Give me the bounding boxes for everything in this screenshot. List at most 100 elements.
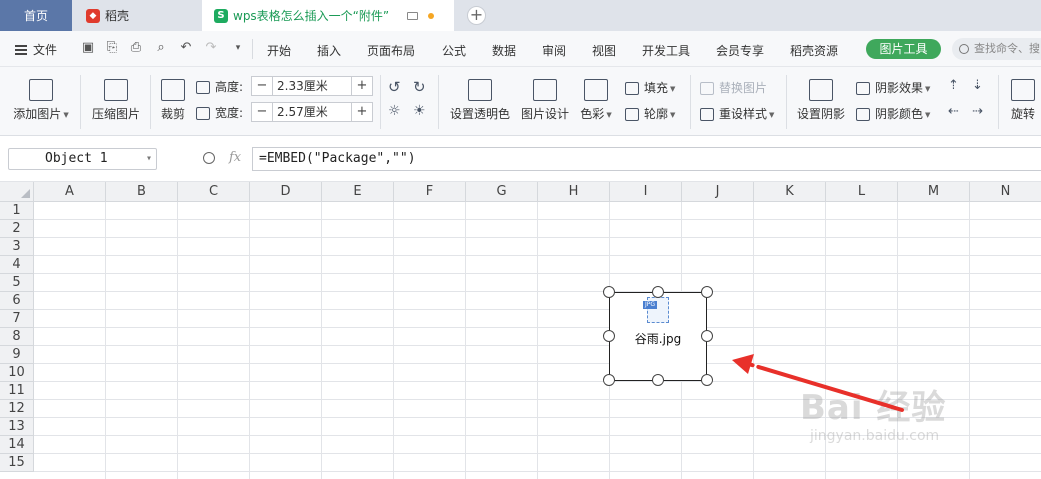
formula-input[interactable]: =EMBED("Package","") <box>252 147 1041 171</box>
print-preview-icon[interactable]: ⌕ <box>153 40 169 56</box>
row-header-5[interactable]: 5 <box>0 274 34 292</box>
add-picture-button[interactable]: 添加图片 ▼ <box>12 79 70 122</box>
menu-member[interactable]: 会员专享 <box>716 42 764 59</box>
width-decrease-button[interactable]: − <box>252 103 272 121</box>
shadow-right-icon[interactable]: ⇢ <box>972 104 983 119</box>
column-header-k[interactable]: K <box>754 182 826 202</box>
menu-insert[interactable]: 插入 <box>317 42 341 59</box>
embedded-package-object[interactable]: JPG 谷雨.jpg <box>603 286 713 386</box>
brightness-up-icon[interactable]: ☀ <box>413 103 426 119</box>
row-header-7[interactable]: 7 <box>0 310 34 328</box>
brightness-down-icon[interactable]: ☼ <box>388 103 401 119</box>
shadow-up-icon[interactable]: ⇡ <box>948 78 959 93</box>
row-header-12[interactable]: 12 <box>0 400 34 418</box>
name-box[interactable]: Object 1 <box>8 148 157 170</box>
fill-button[interactable]: 填充 ▼ <box>625 79 675 96</box>
resize-handle-top[interactable] <box>652 286 664 298</box>
column-header-f[interactable]: F <box>394 182 466 202</box>
height-increase-button[interactable]: + <box>352 77 372 95</box>
shadow-effect-button[interactable]: 阴影效果 ▼ <box>856 79 930 96</box>
set-shadow-icon <box>809 79 833 101</box>
row-header-10[interactable]: 10 <box>0 364 34 382</box>
monitor-icon[interactable] <box>407 11 419 20</box>
column-header-m[interactable]: M <box>898 182 970 202</box>
column-header-d[interactable]: D <box>250 182 322 202</box>
height-stepper[interactable]: − 2.33厘米 + <box>251 76 373 96</box>
zoom-icon[interactable] <box>203 152 215 164</box>
shadow-down-icon[interactable]: ⇣ <box>972 78 983 93</box>
menu-start[interactable]: 开始 <box>267 42 291 59</box>
select-all-corner[interactable] <box>0 182 34 202</box>
row-header-2[interactable]: 2 <box>0 220 34 238</box>
new-tab-plus-icon[interactable]: + <box>467 6 486 25</box>
picture-design-button[interactable]: 图片设计 <box>520 79 570 122</box>
compress-picture-button[interactable]: 压缩图片 <box>91 79 141 122</box>
resize-handle-bottom-right[interactable] <box>701 374 713 386</box>
column-header-c[interactable]: C <box>178 182 250 202</box>
set-shadow-button[interactable]: 设置阴影 <box>796 79 846 122</box>
set-transparent-button[interactable]: 设置透明色 <box>449 79 511 122</box>
column-header-b[interactable]: B <box>106 182 178 202</box>
redo-icon[interactable]: ↷ <box>203 40 219 56</box>
tab-document[interactable]: S wps表格怎么插入一个“附件” <box>202 0 454 31</box>
row-header-3[interactable]: 3 <box>0 238 34 256</box>
outline-button[interactable]: 轮廓 ▼ <box>625 105 675 122</box>
column-header-h[interactable]: H <box>538 182 610 202</box>
color-button[interactable]: 色彩 ▼ <box>578 79 614 122</box>
fx-icon[interactable]: fx <box>229 150 241 165</box>
menu-review[interactable]: 审阅 <box>542 42 566 59</box>
file-menu-button[interactable]: 文件 <box>15 41 57 58</box>
column-header-j[interactable]: J <box>682 182 754 202</box>
reset-style-button[interactable]: 重设样式 ▼ <box>700 105 774 122</box>
column-header-n[interactable]: N <box>970 182 1041 202</box>
menu-page-layout[interactable]: 页面布局 <box>367 42 415 59</box>
picture-tools-tab[interactable]: 图片工具 <box>866 39 941 59</box>
shadow-color-button[interactable]: 阴影颜色 ▼ <box>856 105 930 122</box>
tab-home[interactable]: 首页 <box>0 0 72 31</box>
shadow-left-icon[interactable]: ⇠ <box>948 104 959 119</box>
column-header-a[interactable]: A <box>34 182 106 202</box>
row-header-9[interactable]: 9 <box>0 346 34 364</box>
width-increase-button[interactable]: + <box>352 103 372 121</box>
tab-daoke[interactable]: ◆ 稻壳 <box>74 0 200 31</box>
crop-button[interactable]: 裁剪 <box>158 79 188 122</box>
row-header-1[interactable]: 1 <box>0 202 34 220</box>
menu-developer[interactable]: 开发工具 <box>642 42 690 59</box>
row-header-4[interactable]: 4 <box>0 256 34 274</box>
menu-data[interactable]: 数据 <box>492 42 516 59</box>
resize-handle-right[interactable] <box>701 330 713 342</box>
save-icon[interactable]: ▣ <box>80 40 96 56</box>
resize-handle-top-left[interactable] <box>603 286 615 298</box>
row-header-8[interactable]: 8 <box>0 328 34 346</box>
rotate-right-icon[interactable]: ↻ <box>413 78 426 96</box>
column-header-l[interactable]: L <box>826 182 898 202</box>
command-search-input[interactable]: 查找命令、搜 <box>952 38 1041 60</box>
resize-handle-bottom[interactable] <box>652 374 664 386</box>
width-stepper[interactable]: − 2.57厘米 + <box>251 102 373 122</box>
width-value[interactable]: 2.57厘米 <box>272 103 352 121</box>
resize-handle-left[interactable] <box>603 330 615 342</box>
row-header-14[interactable]: 14 <box>0 436 34 454</box>
qat-dropdown-icon[interactable]: ▾ <box>230 40 246 56</box>
undo-icon[interactable]: ↶ <box>178 40 194 56</box>
height-value[interactable]: 2.33厘米 <box>272 77 352 95</box>
rotate-button[interactable]: 旋转 <box>1005 79 1041 122</box>
row-header-15[interactable]: 15 <box>0 454 34 472</box>
row-header-6[interactable]: 6 <box>0 292 34 310</box>
ribbon-separator <box>438 75 439 129</box>
menu-formula[interactable]: 公式 <box>442 42 466 59</box>
print-icon[interactable]: ⎙ <box>128 40 144 56</box>
replace-picture-button[interactable]: 替换图片 <box>700 79 767 96</box>
rotate-left-icon[interactable]: ↺ <box>388 78 401 96</box>
resize-handle-bottom-left[interactable] <box>603 374 615 386</box>
column-header-i[interactable]: I <box>610 182 682 202</box>
export-pdf-icon[interactable]: ⎘ <box>104 40 120 56</box>
resize-handle-top-right[interactable] <box>701 286 713 298</box>
height-decrease-button[interactable]: − <box>252 77 272 95</box>
menu-daoke-resources[interactable]: 稻壳资源 <box>790 42 838 59</box>
row-header-11[interactable]: 11 <box>0 382 34 400</box>
menu-view[interactable]: 视图 <box>592 42 616 59</box>
row-header-13[interactable]: 13 <box>0 418 34 436</box>
column-header-e[interactable]: E <box>322 182 394 202</box>
column-header-g[interactable]: G <box>466 182 538 202</box>
